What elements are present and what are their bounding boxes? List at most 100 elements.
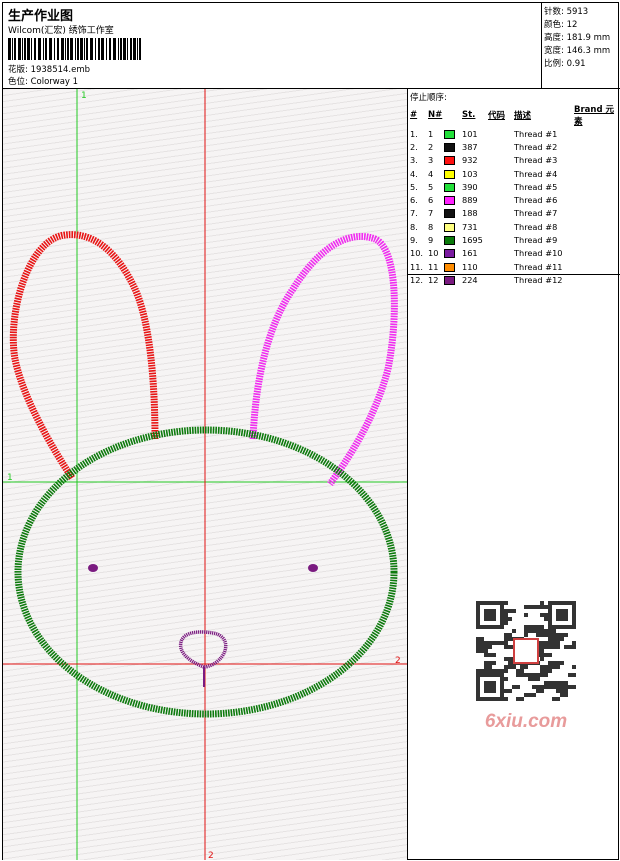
thread-index: 6. bbox=[410, 195, 418, 206]
right-eye bbox=[308, 564, 318, 572]
thread-row: 9. 9 1695 Thread #9 bbox=[410, 233, 620, 246]
thread-index: 1. bbox=[410, 128, 418, 139]
thread-row: 4. 4 103 Thread #4 bbox=[410, 167, 620, 180]
colorway-label: 色位: Colorway 1 bbox=[8, 77, 79, 87]
color-swatch bbox=[444, 249, 455, 259]
stat-label: 高度: bbox=[544, 33, 564, 43]
worksheet-header: 生产作业图 Wilcom(汇宏) 绣饰工作室 花版: 1938514.emb 色… bbox=[3, 3, 620, 89]
thread-index: 7. bbox=[410, 208, 418, 219]
stat-label: 颜色: bbox=[544, 20, 564, 30]
thread-description: Thread #5 bbox=[514, 181, 558, 192]
thread-needle: 11 bbox=[428, 261, 439, 272]
color-swatch bbox=[444, 209, 455, 219]
nose-outline bbox=[178, 630, 228, 669]
color-swatch bbox=[444, 196, 455, 206]
thread-code bbox=[488, 167, 514, 180]
stop-sequence-label: 停止顺序: bbox=[410, 93, 447, 103]
thread-brand bbox=[574, 247, 620, 260]
stat-label: 针数: bbox=[544, 7, 564, 17]
color-swatch bbox=[444, 222, 455, 232]
thread-code bbox=[488, 260, 514, 273]
thread-description: Thread #11 bbox=[514, 261, 563, 272]
watermark: 6xiu.com bbox=[470, 595, 582, 735]
thread-needle: 6 bbox=[428, 195, 434, 206]
thread-stitches: 1695 bbox=[462, 235, 483, 246]
color-swatch bbox=[444, 182, 455, 192]
thread-swatch bbox=[444, 193, 462, 206]
thread-stitches: 932 bbox=[462, 155, 478, 166]
stat-label: 比例: bbox=[544, 59, 564, 69]
thread-description: Thread #4 bbox=[514, 168, 558, 179]
thread-stitches: 110 bbox=[462, 261, 478, 272]
thread-code bbox=[488, 247, 514, 260]
thread-needle: 8 bbox=[428, 221, 434, 232]
thread-row: 7. 7 188 Thread #7 bbox=[410, 207, 620, 220]
thread-description: Thread #9 bbox=[514, 235, 558, 246]
thread-code bbox=[488, 127, 514, 140]
qr-code-icon bbox=[470, 595, 582, 707]
stat-value: 5913 bbox=[566, 7, 589, 17]
col-index: # bbox=[410, 110, 418, 120]
thread-index: 10. bbox=[410, 248, 424, 259]
thread-description: Thread #2 bbox=[514, 141, 558, 152]
thread-brand bbox=[574, 220, 620, 233]
guide-label-h1: 1 bbox=[7, 473, 13, 483]
thread-stitches: 161 bbox=[462, 248, 478, 259]
thread-swatch bbox=[444, 167, 462, 180]
thread-row: 3. 3 932 Thread #3 bbox=[410, 154, 620, 167]
thread-description: Thread #6 bbox=[514, 195, 558, 206]
thread-brand bbox=[574, 207, 620, 220]
production-worksheet: 生产作业图 Wilcom(汇宏) 绣饰工作室 花版: 1938514.emb 色… bbox=[2, 2, 620, 860]
thread-stitches: 103 bbox=[462, 168, 478, 179]
thread-code bbox=[488, 220, 514, 233]
col-stitches: St. bbox=[462, 110, 476, 120]
thread-brand bbox=[574, 127, 620, 140]
thread-description: Thread #8 bbox=[514, 221, 558, 232]
thread-brand bbox=[574, 154, 620, 167]
info-panel: 6xiu.com bbox=[408, 275, 620, 860]
col-description: 描述 bbox=[514, 111, 532, 121]
title-block: 生产作业图 Wilcom(汇宏) 绣饰工作室 花版: 1938514.emb 色… bbox=[3, 3, 541, 89]
thread-brand bbox=[574, 180, 620, 193]
right-ear-outline bbox=[249, 232, 398, 487]
thread-description: Thread #3 bbox=[514, 155, 558, 166]
thread-stitches: 188 bbox=[462, 208, 478, 219]
stat-row: 高度: 181.9 mm bbox=[544, 32, 620, 45]
thread-description: Thread #7 bbox=[514, 208, 558, 219]
col-code: 代码 bbox=[488, 111, 506, 121]
col-brand: Brand 元素 bbox=[574, 105, 615, 127]
thread-swatch bbox=[444, 180, 462, 193]
thread-row: 10. 10 161 Thread #10 bbox=[410, 247, 620, 260]
thread-row: 6. 6 889 Thread #6 bbox=[410, 193, 620, 206]
thread-needle: 9 bbox=[428, 235, 434, 246]
page-title: 生产作业图 bbox=[8, 9, 74, 24]
thread-brand bbox=[574, 193, 620, 206]
thread-brand bbox=[574, 167, 620, 180]
thread-code bbox=[488, 140, 514, 153]
stat-row: 颜色: 12 bbox=[544, 19, 620, 32]
thread-code bbox=[488, 193, 514, 206]
thread-stitches: 387 bbox=[462, 141, 478, 152]
thread-row: 8. 8 731 Thread #8 bbox=[410, 220, 620, 233]
color-swatch bbox=[444, 236, 455, 246]
design-stats: 针数: 5913 颜色: 12 高度: 181.9 mm 宽度: 146.3 mm 比例… bbox=[541, 3, 620, 89]
thread-stitches: 731 bbox=[462, 221, 478, 232]
thread-swatch bbox=[444, 233, 462, 246]
col-needle: N# bbox=[428, 110, 443, 120]
thread-stitches: 889 bbox=[462, 195, 478, 206]
thread-needle: 7 bbox=[428, 208, 434, 219]
thread-stitches: 390 bbox=[462, 181, 478, 192]
barcode-icon bbox=[8, 38, 141, 60]
color-swatch bbox=[444, 129, 455, 139]
thread-needle: 10 bbox=[428, 248, 439, 259]
thread-stitches: 101 bbox=[462, 128, 478, 139]
thread-description: Thread #10 bbox=[514, 248, 563, 259]
design-file-name: 花版: 1938514.emb bbox=[8, 65, 91, 75]
thread-swatch bbox=[444, 140, 462, 153]
thread-index: 9. bbox=[410, 235, 418, 246]
design-canvas: 1 1 2 2 bbox=[3, 89, 408, 860]
thread-index: 8. bbox=[410, 221, 418, 232]
thread-index: 3. bbox=[410, 155, 418, 166]
thread-needle: 1 bbox=[428, 128, 434, 139]
thread-swatch bbox=[444, 247, 462, 260]
